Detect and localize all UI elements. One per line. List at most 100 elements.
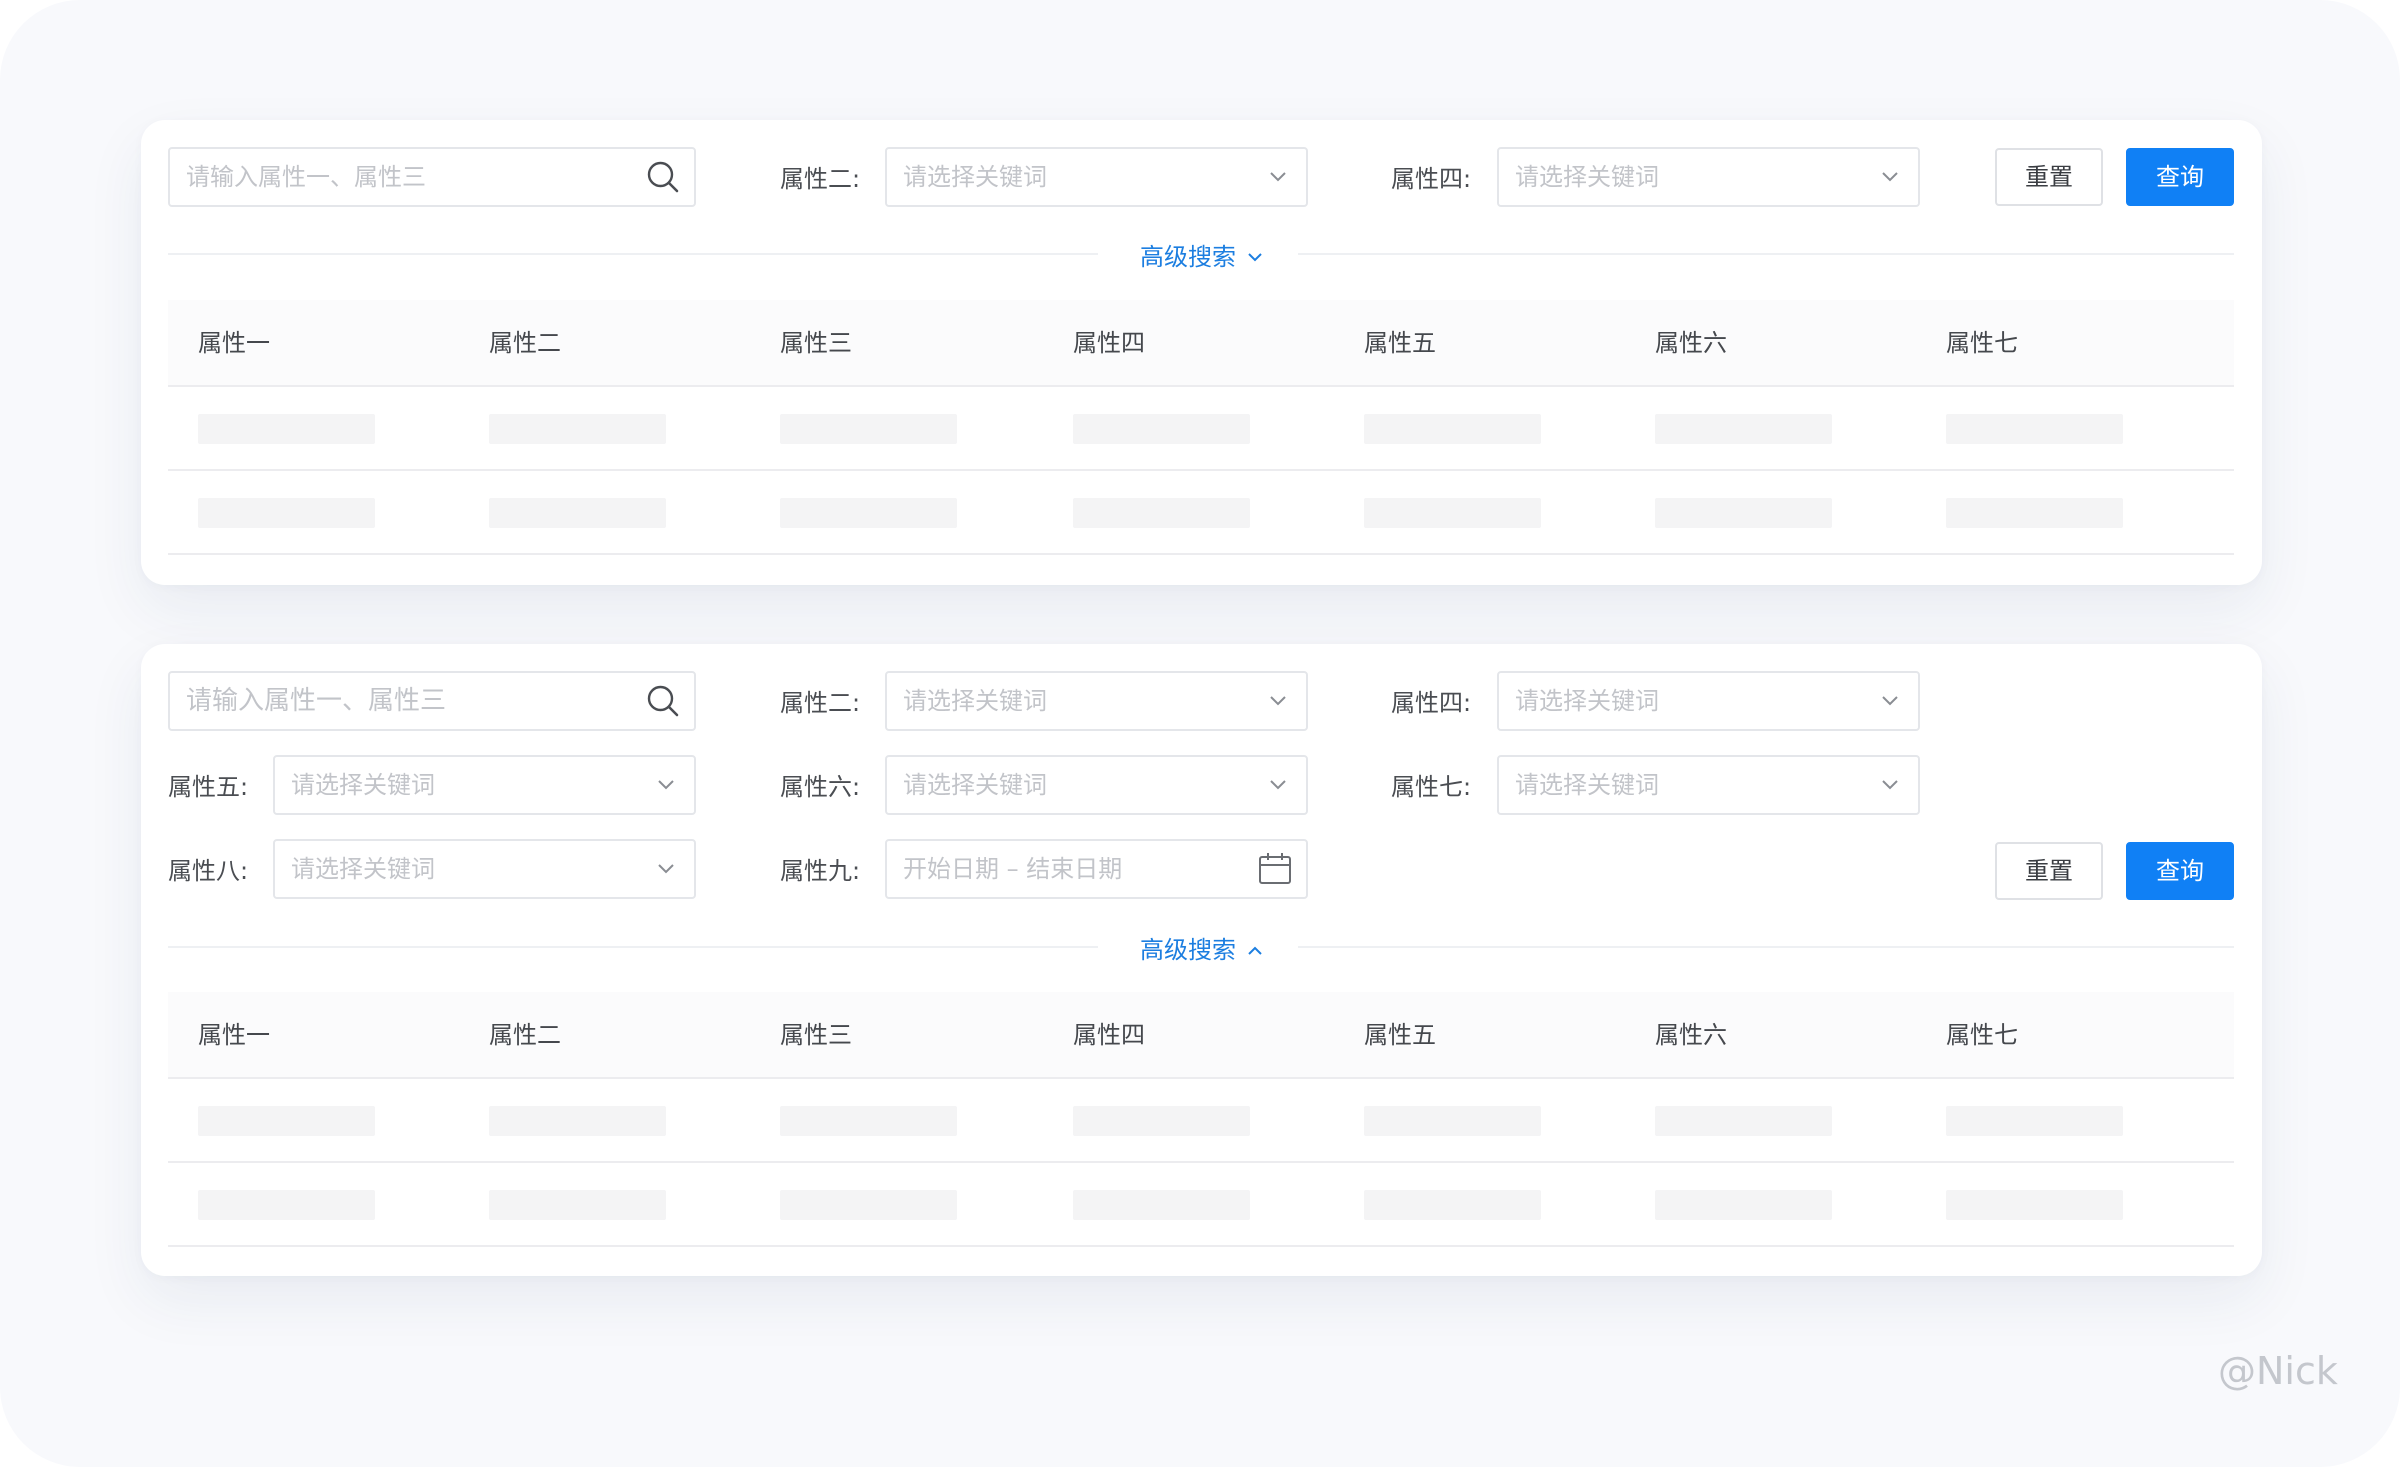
advanced-search-label: 高级搜索: [1140, 242, 1236, 271]
attr2-select[interactable]: 请选择关键词: [885, 147, 1308, 207]
skeleton-cell: [1073, 498, 1250, 528]
skeleton-cell: [1946, 1106, 2123, 1136]
skeleton-cell: [1655, 414, 1832, 444]
attr7-select[interactable]: 请选择关键词: [1497, 755, 1920, 815]
skeleton-cell: [1364, 414, 1541, 444]
table-row[interactable]: [168, 1079, 2234, 1163]
attr9-label: 属性九:: [780, 857, 861, 885]
skeleton-cell: [1073, 414, 1250, 444]
select-placeholder: 请选择关键词: [903, 163, 1047, 191]
attr6-label: 属性六:: [780, 773, 861, 801]
query-button[interactable]: 查询: [2126, 148, 2234, 206]
skeleton-cell: [1073, 1106, 1250, 1136]
column-header: 属性二: [489, 1021, 561, 1049]
divider-right: [1298, 946, 2234, 948]
author-watermark: @Nick: [2218, 1349, 2338, 1393]
column-header: 属性五: [1364, 329, 1436, 357]
search-icon[interactable]: [646, 149, 680, 205]
advanced-search-toggle[interactable]: 高级搜索: [1140, 927, 1262, 967]
column-header: 属性六: [1655, 329, 1727, 357]
reset-button[interactable]: 重置: [1995, 148, 2103, 206]
search-placeholder: 请输入属性一、属性三: [186, 163, 426, 191]
advanced-search-label: 高级搜索: [1140, 935, 1236, 964]
skeleton-cell: [1073, 1190, 1250, 1220]
table-row[interactable]: [168, 1163, 2234, 1247]
column-header: 属性三: [780, 1021, 852, 1049]
advanced-search-toggle[interactable]: 高级搜索: [1140, 234, 1262, 274]
attr5-select[interactable]: 请选择关键词: [273, 755, 696, 815]
attr2-select[interactable]: 请选择关键词: [885, 671, 1308, 731]
query-button[interactable]: 查询: [2126, 842, 2234, 900]
select-placeholder: 请选择关键词: [903, 687, 1047, 715]
divider-right: [1298, 253, 2234, 255]
keyword-search-input[interactable]: 请输入属性一、属性三: [168, 671, 696, 731]
column-header: 属性一: [198, 1021, 270, 1049]
select-placeholder: 请选择关键词: [291, 855, 435, 883]
skeleton-cell: [489, 414, 666, 444]
skeleton-cell: [489, 1106, 666, 1136]
search-panel-expanded: 请输入属性一、属性三 属性二: 请选择关键词 属性四: 请选择关键词 属性五: …: [141, 644, 2262, 1276]
keyword-search-input[interactable]: 请输入属性一、属性三: [168, 147, 696, 207]
attr4-select[interactable]: 请选择关键词: [1497, 671, 1920, 731]
skeleton-cell: [1946, 414, 2123, 444]
select-placeholder: 请选择关键词: [291, 771, 435, 799]
skeleton-cell: [1655, 1106, 1832, 1136]
column-header: 属性一: [198, 329, 270, 357]
skeleton-cell: [1364, 1190, 1541, 1220]
column-header: 属性二: [489, 329, 561, 357]
skeleton-cell: [198, 1106, 375, 1136]
column-header: 属性六: [1655, 1021, 1727, 1049]
divider-left: [168, 253, 1098, 255]
chevron-down-icon: [1270, 149, 1286, 205]
skeleton-cell: [1655, 1190, 1832, 1220]
search-placeholder: 请输入属性一、属性三: [186, 686, 447, 716]
column-header: 属性四: [1073, 1021, 1145, 1049]
search-panel-collapsed: 请输入属性一、属性三 属性二: 请选择关键词 属性四: 请选择关键词 重置 查询…: [141, 120, 2262, 585]
skeleton-cell: [489, 1190, 666, 1220]
skeleton-cell: [489, 498, 666, 528]
attr6-select[interactable]: 请选择关键词: [885, 755, 1308, 815]
skeleton-cell: [1946, 498, 2123, 528]
chevron-down-icon: [1882, 673, 1898, 729]
skeleton-cell: [780, 498, 957, 528]
chevron-up-icon: [1236, 933, 1262, 961]
table-row[interactable]: [168, 387, 2234, 471]
date-range-picker[interactable]: 开始日期 – 结束日期: [885, 839, 1308, 899]
search-icon[interactable]: [646, 673, 680, 729]
skeleton-cell: [1655, 498, 1832, 528]
chevron-down-icon: [1882, 149, 1898, 205]
chevron-down-icon: [1236, 240, 1262, 268]
skeleton-cell: [780, 1106, 957, 1136]
attr8-label: 属性八:: [168, 857, 249, 885]
table-row[interactable]: [168, 471, 2234, 555]
column-header: 属性七: [1946, 1021, 2018, 1049]
attr4-select[interactable]: 请选择关键词: [1497, 147, 1920, 207]
attr8-select[interactable]: 请选择关键词: [273, 839, 696, 899]
attr2-label: 属性二:: [780, 689, 861, 717]
chevron-down-icon: [1270, 757, 1286, 813]
column-header: 属性七: [1946, 329, 2018, 357]
skeleton-cell: [1364, 498, 1541, 528]
calendar-icon: [1258, 841, 1292, 897]
attr4-label: 属性四:: [1391, 165, 1472, 193]
attr7-label: 属性七:: [1391, 773, 1472, 801]
select-placeholder: 请选择关键词: [1515, 771, 1659, 799]
select-placeholder: 请选择关键词: [1515, 687, 1659, 715]
chevron-down-icon: [1270, 673, 1286, 729]
skeleton-cell: [780, 414, 957, 444]
column-header: 属性三: [780, 329, 852, 357]
attr4-label: 属性四:: [1391, 689, 1472, 717]
chevron-down-icon: [1882, 757, 1898, 813]
attr5-label: 属性五:: [168, 773, 249, 801]
skeleton-cell: [198, 414, 375, 444]
reset-button[interactable]: 重置: [1995, 842, 2103, 900]
chevron-down-icon: [658, 757, 674, 813]
skeleton-cell: [198, 498, 375, 528]
column-header: 属性四: [1073, 329, 1145, 357]
column-header: 属性五: [1364, 1021, 1436, 1049]
table-header: 属性一 属性二 属性三 属性四 属性五 属性六 属性七: [168, 300, 2234, 387]
select-placeholder: 请选择关键词: [903, 771, 1047, 799]
skeleton-cell: [1946, 1190, 2123, 1220]
date-range-placeholder: 开始日期 – 结束日期: [903, 855, 1123, 883]
skeleton-cell: [1364, 1106, 1541, 1136]
